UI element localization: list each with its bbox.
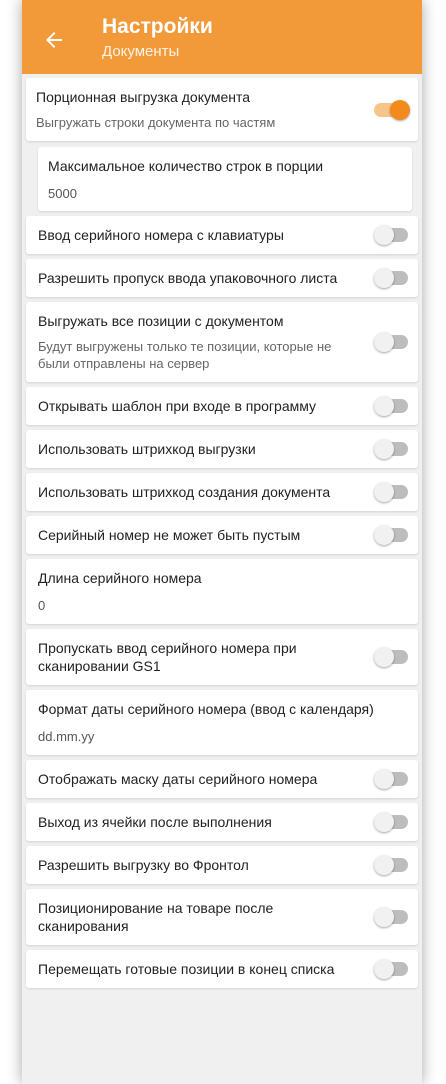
toggle-thumb [374, 959, 394, 979]
setting-label: Использовать штрихкод выгрузки [38, 441, 256, 457]
toggle-switch[interactable] [374, 907, 408, 927]
toggle-thumb [374, 769, 394, 789]
setting-label: Выход из ячейки после выполнения [38, 814, 272, 830]
setting-use-upload-barcode[interactable]: Использовать штрихкод выгрузки [26, 430, 418, 468]
setting-label: Использовать штрихкод создания документа [38, 484, 331, 500]
toggle-switch[interactable] [374, 647, 408, 667]
setting-upload-all-positions[interactable]: Выгружать все позиции с документом Будут… [26, 302, 418, 382]
toggle-thumb [390, 99, 410, 120]
settings-list: Порционная выгрузка документа Выгружать … [22, 74, 422, 988]
toggle-thumb [374, 225, 394, 245]
setting-skip-serial-gs1[interactable]: Пропускать ввод серийного номера при ска… [26, 629, 418, 685]
arrow-left-icon[interactable] [42, 28, 66, 52]
toggle-switch[interactable] [374, 332, 408, 352]
setting-serial-length[interactable]: Длина серийного номера 0 [26, 559, 418, 624]
toggle-thumb [374, 439, 394, 459]
setting-label: Формат даты серийного номера (ввод с кал… [38, 701, 374, 717]
setting-label: Пропускать ввод серийного номера при ска… [38, 640, 297, 674]
setting-serial-date-format[interactable]: Формат даты серийного номера (ввод с кал… [26, 690, 418, 755]
toggle-switch[interactable] [374, 439, 408, 459]
toggle-switch[interactable] [374, 525, 408, 545]
toggle-thumb [374, 907, 394, 927]
toggle-switch[interactable] [374, 268, 408, 288]
setting-open-template-on-start[interactable]: Открывать шаблон при входе в программу [26, 387, 418, 425]
setting-show-serial-date-mask[interactable]: Отображать маску даты серийного номера [26, 760, 418, 798]
setting-value: 0 [38, 598, 46, 613]
setting-label: Разрешить пропуск ввода упаковочного лис… [38, 270, 338, 286]
toggle-thumb [374, 268, 394, 288]
setting-portion-upload[interactable]: Порционная выгрузка документа Выгружать … [26, 78, 418, 141]
setting-label: Серийный номер не может быть пустым [38, 527, 301, 543]
setting-exit-cell-after-done[interactable]: Выход из ячейки после выполнения [26, 803, 418, 841]
toggle-switch[interactable] [374, 769, 408, 789]
page-title: Настройки [102, 15, 213, 38]
setting-label: Открывать шаблон при входе в программу [38, 398, 317, 414]
setting-value: dd.mm.yy [38, 729, 95, 744]
setting-label: Выгружать все позиции с документом [38, 313, 284, 329]
setting-position-after-scan[interactable]: Позиционирование на товаре после сканиро… [26, 889, 418, 945]
setting-description: Будут выгружены только те позиции, котор… [38, 339, 332, 371]
setting-label: Перемещать готовые позиции в конец списк… [38, 961, 335, 977]
app-bar: Настройки Документы [22, 0, 422, 74]
toggle-switch[interactable] [374, 959, 408, 979]
setting-max-rows-in-portion[interactable]: Максимальное количество строк в порции 5… [38, 147, 412, 211]
setting-label: Ввод серийного номера с клавиатуры [38, 227, 284, 243]
toggle-thumb [374, 647, 394, 667]
toggle-switch[interactable] [374, 812, 408, 832]
setting-serial-not-empty[interactable]: Серийный номер не может быть пустым [26, 516, 418, 554]
setting-use-create-document-barcode[interactable]: Использовать штрихкод создания документа [26, 473, 418, 511]
toggle-switch[interactable] [374, 482, 408, 502]
setting-label: Отображать маску даты серийного номера [38, 771, 318, 787]
setting-label: Порционная выгрузка документа [36, 89, 251, 105]
toggle-switch[interactable] [374, 396, 408, 416]
setting-move-done-to-end[interactable]: Перемещать готовые позиции в конец списк… [26, 950, 418, 988]
setting-allow-frontol-upload[interactable]: Разрешить выгрузку во Фронтол [26, 846, 418, 884]
toggle-thumb [374, 482, 394, 502]
setting-label: Позиционирование на товаре после сканиро… [38, 900, 274, 934]
setting-value: 5000 [48, 186, 77, 201]
phone-screen: Настройки Документы Порционная выгрузка … [22, 0, 422, 1084]
toggle-switch-on[interactable] [374, 99, 410, 120]
setting-label: Длина серийного номера [38, 570, 202, 586]
toggle-thumb [374, 812, 394, 832]
toggle-thumb [374, 332, 394, 352]
toggle-switch[interactable] [374, 225, 408, 245]
toggle-thumb [374, 855, 394, 875]
setting-description: Выгружать строки документа по частям [36, 115, 276, 130]
setting-label: Максимальное количество строк в порции [48, 158, 324, 174]
setting-label: Разрешить выгрузку во Фронтол [38, 857, 249, 873]
toggle-switch[interactable] [374, 855, 408, 875]
setting-serial-keyboard-input[interactable]: Ввод серийного номера с клавиатуры [26, 216, 418, 254]
toggle-thumb [374, 525, 394, 545]
page-subtitle: Документы [102, 43, 180, 60]
toggle-thumb [374, 396, 394, 416]
setting-allow-skip-packing-list[interactable]: Разрешить пропуск ввода упаковочного лис… [26, 259, 418, 297]
